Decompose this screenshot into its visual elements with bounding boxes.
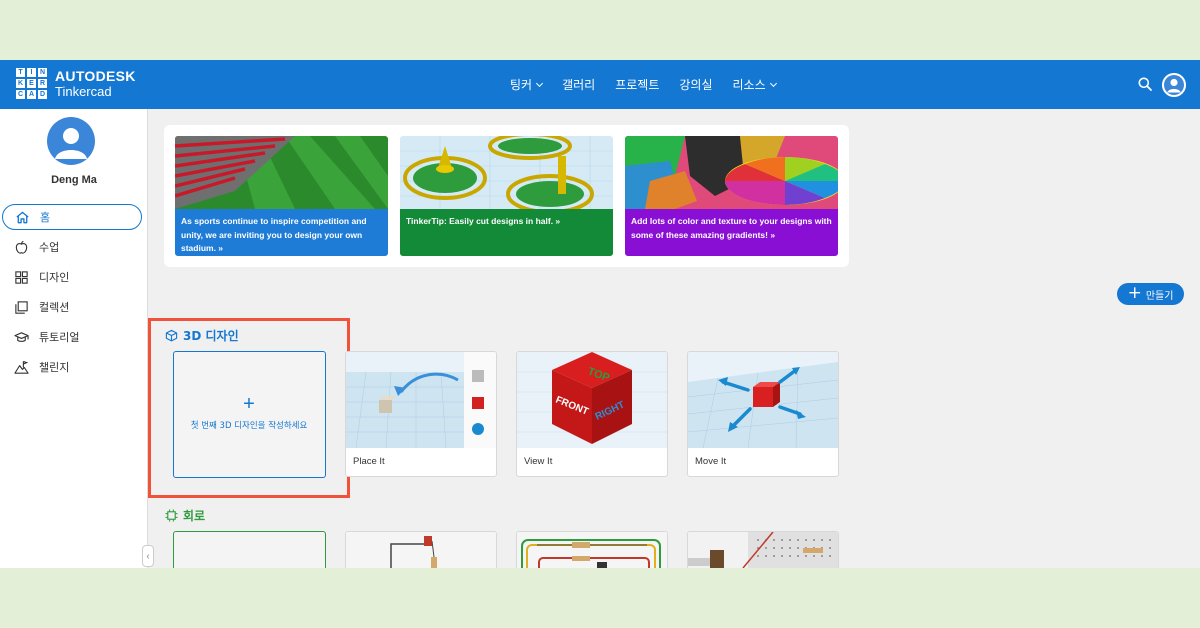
tutorial-card-view-it[interactable]: TOP FRONT RIGHT View It xyxy=(516,351,668,477)
circuit-card-3[interactable] xyxy=(687,531,839,568)
nav-resources-label: 리소스 xyxy=(732,78,766,92)
section-title-text: 회로 xyxy=(183,509,206,523)
section-title-circuits: 회로 xyxy=(165,507,205,524)
chevron-down-icon xyxy=(536,79,544,87)
tutorial-card-move-it[interactable]: Move It xyxy=(687,351,839,477)
circuit-card-2[interactable] xyxy=(516,531,668,568)
brand-name[interactable]: AUTODESK Tinkercad xyxy=(55,69,136,98)
nav-gallery-label: 갤러리 xyxy=(562,78,596,92)
card-label: Move It xyxy=(695,456,727,467)
graduation-cap-icon xyxy=(14,331,29,342)
promo-gradients-image xyxy=(625,136,838,209)
main-nav: 팅커 갤러리 프로젝트 강의실 리소스 xyxy=(510,60,777,109)
sidebar-item-classes[interactable]: 수업 xyxy=(2,234,142,260)
sidebar-item-label: 튜토리얼 xyxy=(39,331,80,344)
grid-icon xyxy=(15,270,28,284)
collection-icon xyxy=(15,300,28,314)
brand-tinkercad: Tinkercad xyxy=(55,84,112,99)
promo-card-tinkertip[interactable]: TinkerTip: Easily cut designs in half. » xyxy=(400,136,613,256)
card-label: Place It xyxy=(353,456,385,467)
view-it-thumbnail: TOP FRONT RIGHT xyxy=(517,352,667,448)
nav-classroom-label: 강의실 xyxy=(679,78,713,92)
promo-card-stadium[interactable]: As sports continue to inspire competitio… xyxy=(175,136,388,256)
create-button[interactable]: + 만들기 xyxy=(1117,283,1184,305)
sidebar: Deng Ma 홈 수업 디자인 컬렉션 튜토리얼 챌린지 xyxy=(0,109,148,568)
chevron-down-icon xyxy=(769,79,777,87)
cube-icon xyxy=(165,329,178,342)
promo-text: Add lots of color and texture to your de… xyxy=(625,209,838,256)
sidebar-item-collections[interactable]: 컬렉션 xyxy=(2,294,142,320)
plus-icon: + xyxy=(1127,282,1142,303)
sidebar-item-challenges[interactable]: 챌린지 xyxy=(2,354,142,380)
promo-banner: As sports continue to inspire competitio… xyxy=(164,125,849,267)
promo-stadium-image xyxy=(175,136,388,209)
app-window: TIN KER CAD AUTODESK Tinkercad 팅커 갤러리 프로… xyxy=(0,60,1200,568)
sidebar-collapse-button[interactable]: ‹ xyxy=(142,545,154,567)
nav-gallery[interactable]: 갤러리 xyxy=(562,76,595,93)
sidebar-item-designs[interactable]: 디자인 xyxy=(2,264,142,290)
profile-avatar[interactable] xyxy=(47,117,95,165)
circuit-thumbnail-1 xyxy=(346,532,496,568)
promo-card-gradients[interactable]: Add lots of color and texture to your de… xyxy=(625,136,838,256)
create-button-label: 만들기 xyxy=(1145,290,1174,302)
first-design-prompt: 첫 번째 3D 디자인을 작성하세요 xyxy=(190,421,308,431)
sidebar-item-label: 수업 xyxy=(39,241,60,254)
nav-tinker-label: 팅커 xyxy=(510,78,533,92)
top-navigation-bar: TIN KER CAD AUTODESK Tinkercad 팅커 갤러리 프로… xyxy=(0,60,1200,109)
nav-projects[interactable]: 프로젝트 xyxy=(615,76,659,93)
nav-projects-label: 프로젝트 xyxy=(615,78,660,92)
circuit-thumbnail-3 xyxy=(688,532,838,568)
tinkercad-logo-icon[interactable]: TIN KER CAD xyxy=(16,68,47,99)
promo-text: As sports continue to inspire competitio… xyxy=(175,209,388,256)
home-icon xyxy=(16,211,29,223)
place-it-thumbnail xyxy=(346,352,496,448)
sidebar-item-home[interactable]: 홈 xyxy=(2,204,142,230)
profile-name: Deng Ma xyxy=(51,174,97,186)
tutorial-card-place-it[interactable]: Place It xyxy=(345,351,497,477)
nav-classroom[interactable]: 강의실 xyxy=(679,76,712,93)
sidebar-item-label: 컬렉션 xyxy=(39,301,70,314)
brand-autodesk: AUTODESK xyxy=(55,68,136,84)
circuit-card-1[interactable] xyxy=(345,531,497,568)
create-first-3d-design-card[interactable]: + 첫 번째 3D 디자인을 작성하세요 xyxy=(173,351,326,478)
sidebar-item-tutorials[interactable]: 튜토리얼 xyxy=(2,324,142,350)
nav-resources[interactable]: 리소스 xyxy=(732,76,777,93)
nav-tinker[interactable]: 팅커 xyxy=(510,76,544,93)
mountain-flag-icon xyxy=(14,360,29,374)
card-label: View It xyxy=(524,456,553,467)
search-icon[interactable] xyxy=(1138,77,1152,91)
sidebar-item-label: 챌린지 xyxy=(39,361,70,374)
sidebar-item-label: 홈 xyxy=(40,211,51,224)
promo-text: TinkerTip: Easily cut designs in half. » xyxy=(400,209,613,256)
plus-icon: + xyxy=(243,393,255,415)
section-title-3d-designs: 3D 디자인 xyxy=(165,327,239,344)
move-it-thumbnail xyxy=(688,352,838,448)
sidebar-item-label: 디자인 xyxy=(39,271,70,284)
user-avatar-icon[interactable] xyxy=(1162,73,1186,97)
apple-icon xyxy=(15,240,28,254)
create-first-circuit-card[interactable] xyxy=(173,531,326,568)
circuit-chip-icon xyxy=(165,509,178,522)
section-title-text: 3D 디자인 xyxy=(183,329,239,343)
circuit-thumbnail-2 xyxy=(517,532,667,568)
promo-tinkertip-image xyxy=(400,136,613,209)
chevron-left-icon: ‹ xyxy=(146,550,150,562)
